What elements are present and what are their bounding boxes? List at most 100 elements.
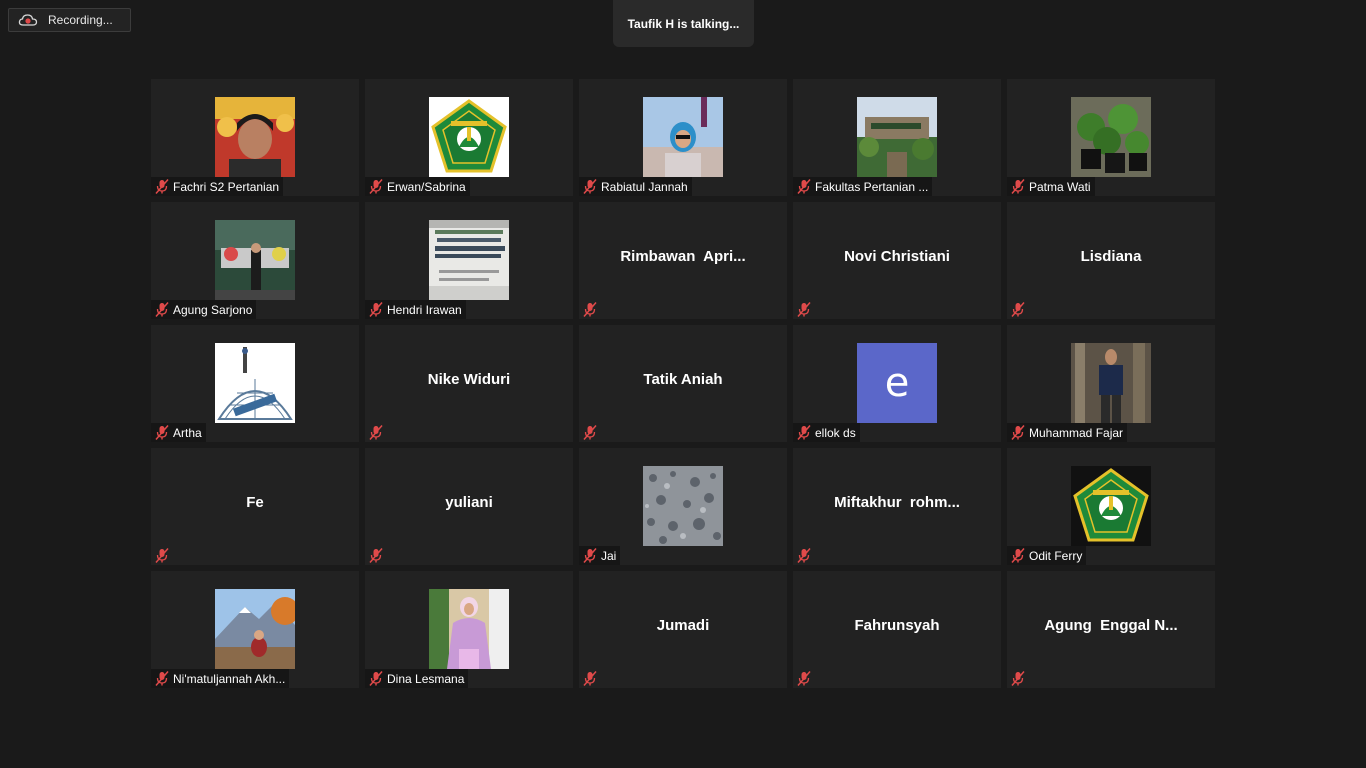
participant-name-bar: Erwan/Sabrina <box>365 177 470 196</box>
participant-name-bar: Rabiatul Jannah <box>579 177 692 196</box>
mic-muted-icon <box>367 670 385 687</box>
participant-tile-rabiatul-jannah[interactable]: Rabiatul Jannah <box>579 79 787 196</box>
participant-name-bar: Ni'matuljannah Akh... <box>151 669 290 688</box>
participant-name-label: Fachri S2 Pertanian <box>173 179 280 194</box>
participant-display-name: Rimbawan Apri... <box>620 248 746 265</box>
participant-tile-fachri-s2-pertanian[interactable]: Fachri S2 Pertanian <box>151 79 359 196</box>
participant-name-bar <box>579 300 603 319</box>
participant-name-label: Patma Wati <box>1029 179 1091 194</box>
participant-name-label: Muhammad Fajar <box>1029 425 1124 440</box>
participant-name-label: ellok ds <box>815 425 856 440</box>
mic-muted-icon <box>153 670 171 687</box>
participant-display-name: Miftakhur rohm... <box>834 494 960 511</box>
participant-photo <box>643 466 723 546</box>
participant-tile-artha[interactable]: Artha <box>151 325 359 442</box>
participant-name-bar: Artha <box>151 423 206 442</box>
mic-muted-icon <box>153 178 171 195</box>
participant-tile-ellok-ds[interactable]: e ellok ds <box>793 325 1001 442</box>
participant-name-bar <box>365 546 389 565</box>
participant-name-bar: Hendri Irawan <box>365 300 466 319</box>
participant-tile-tatik-aniah[interactable]: Tatik Aniah <box>579 325 787 442</box>
participant-name-bar: Dina Lesmana <box>365 669 469 688</box>
mic-muted-icon <box>795 424 813 441</box>
participant-tile-jumadi[interactable]: Jumadi <box>579 571 787 688</box>
mic-muted-icon <box>367 547 385 564</box>
participant-tile-yuliani[interactable]: yuliani <box>365 448 573 565</box>
participant-tile-erwan-sabrina[interactable]: Erwan/Sabrina <box>365 79 573 196</box>
participant-name-bar <box>579 669 603 688</box>
participant-tile-novi-christiani[interactable]: Novi Christiani <box>793 202 1001 319</box>
participant-photo <box>215 343 295 423</box>
mic-muted-icon <box>1009 301 1027 318</box>
university-logo-image <box>1071 466 1151 546</box>
mic-muted-icon <box>1009 178 1027 195</box>
participant-name-label: Hendri Irawan <box>387 302 462 317</box>
participant-display-name: Agung Enggal N... <box>1044 617 1178 634</box>
mic-muted-icon <box>581 547 599 564</box>
participant-name-label: Artha <box>173 425 202 440</box>
participant-display-name: Jumadi <box>656 617 710 634</box>
participant-name-label: Odit Ferry <box>1029 548 1083 563</box>
participant-photo <box>215 589 295 669</box>
participant-tile-fakultas-pertanian[interactable]: Fakultas Pertanian ... <box>793 79 1001 196</box>
participant-photo <box>429 589 509 669</box>
participant-name-label: Ni'matuljannah Akh... <box>173 671 286 686</box>
participant-gallery: Fachri S2 Pertanian Erwan/Sabrina Rabiatul… <box>151 79 1215 688</box>
participant-tile-nike-widuri[interactable]: Nike Widuri <box>365 325 573 442</box>
participant-tile-muhammad-fajar[interactable]: Muhammad Fajar <box>1007 325 1215 442</box>
participant-name-bar <box>151 546 175 565</box>
mic-muted-icon <box>1009 547 1027 564</box>
participant-display-name: Tatik Aniah <box>643 371 723 388</box>
participant-name-label: Agung Sarjono <box>173 302 253 317</box>
participant-name-bar: Agung Sarjono <box>151 300 257 319</box>
university-logo-image <box>429 97 509 177</box>
recording-indicator[interactable]: Recording... <box>8 8 131 32</box>
mic-muted-icon <box>581 301 599 318</box>
mic-muted-icon <box>581 178 599 195</box>
participant-name-label: Erwan/Sabrina <box>387 179 466 194</box>
participant-tile-fe[interactable]: Fe <box>151 448 359 565</box>
mic-muted-icon <box>367 178 385 195</box>
participant-name-label: Jai <box>601 548 617 563</box>
participant-tile-miftakhur-rohm[interactable]: Miftakhur rohm... <box>793 448 1001 565</box>
mic-muted-icon <box>153 301 171 318</box>
participant-name-bar <box>1007 300 1031 319</box>
participant-tile-hendri-irawan[interactable]: Hendri Irawan <box>365 202 573 319</box>
avatar-letter: e <box>884 360 910 406</box>
letter-avatar: e <box>857 343 937 423</box>
mic-muted-icon <box>581 670 599 687</box>
participant-tile-patma-wati[interactable]: Patma Wati <box>1007 79 1215 196</box>
participant-tile-rimbawan-apri[interactable]: Rimbawan Apri... <box>579 202 787 319</box>
mic-muted-icon <box>795 670 813 687</box>
participant-name-bar: Fakultas Pertanian ... <box>793 177 933 196</box>
participant-name-bar <box>1007 669 1031 688</box>
active-speaker-text: Taufik H is talking... <box>627 16 740 31</box>
participant-name-bar <box>365 423 389 442</box>
participant-display-name: Novi Christiani <box>844 248 950 265</box>
participant-display-name: Lisdiana <box>1080 248 1142 265</box>
recording-label: Recording... <box>48 13 113 27</box>
participant-name-bar: Jai <box>579 546 621 565</box>
participant-tile-agung-sarjono[interactable]: Agung Sarjono <box>151 202 359 319</box>
participant-name-label: Dina Lesmana <box>387 671 465 686</box>
mic-muted-icon <box>367 301 385 318</box>
participant-name-label: Rabiatul Jannah <box>601 179 688 194</box>
participant-tile-lisdiana[interactable]: Lisdiana <box>1007 202 1215 319</box>
cloud-record-icon <box>18 13 38 27</box>
participant-name-bar <box>793 300 817 319</box>
participant-name-bar: Odit Ferry <box>1007 546 1087 565</box>
mic-muted-icon <box>795 301 813 318</box>
participant-tile-dina-lesmana[interactable]: Dina Lesmana <box>365 571 573 688</box>
participant-tile-jai[interactable]: Jai <box>579 448 787 565</box>
participant-name-bar: Fachri S2 Pertanian <box>151 177 284 196</box>
participant-name-bar <box>793 669 817 688</box>
participant-display-name: Fahrunsyah <box>854 617 940 634</box>
mic-muted-icon <box>153 424 171 441</box>
participant-photo <box>857 97 937 177</box>
participant-name-bar <box>793 546 817 565</box>
participant-tile-fahrunsyah[interactable]: Fahrunsyah <box>793 571 1001 688</box>
participant-tile-ni-matuljannah-akh[interactable]: Ni'matuljannah Akh... <box>151 571 359 688</box>
participant-tile-agung-enggal-n[interactable]: Agung Enggal N... <box>1007 571 1215 688</box>
participant-tile-odit-ferry[interactable]: Odit Ferry <box>1007 448 1215 565</box>
active-speaker-banner: Taufik H is talking... <box>613 0 754 47</box>
